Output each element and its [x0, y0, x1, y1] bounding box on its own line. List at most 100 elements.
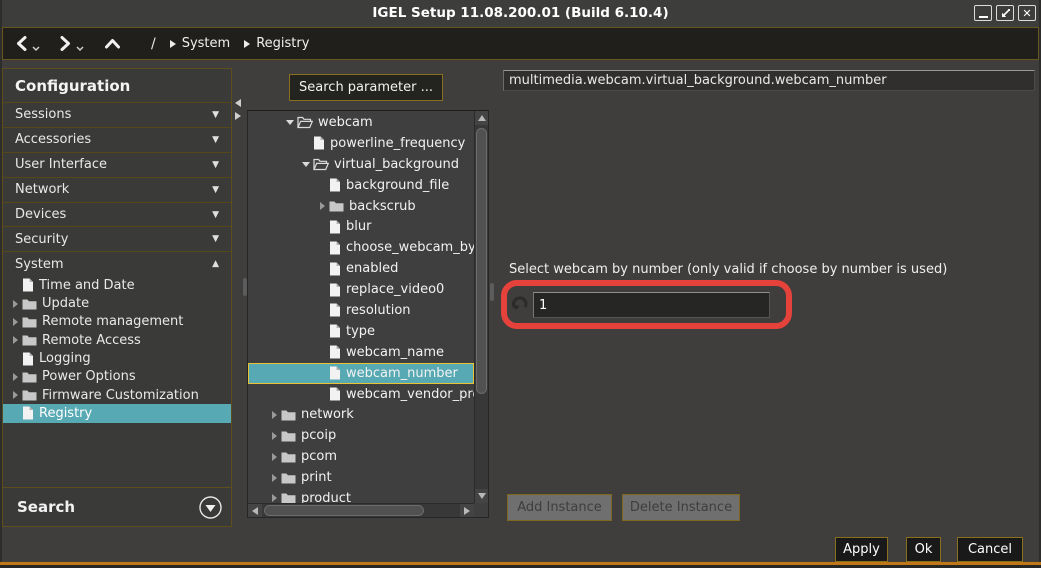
folder-icon [281, 451, 296, 463]
nav-up-button[interactable] [104, 37, 121, 50]
reset-to-default-icon[interactable] [510, 294, 529, 315]
nav-back-dropdown[interactable] [32, 37, 40, 56]
nav-back-button[interactable] [14, 35, 29, 52]
breadcrumb-arrow-icon [170, 40, 176, 48]
splitter-collapse-left-icon[interactable] [235, 99, 241, 107]
tree-item-backscrub[interactable]: backscrub [248, 196, 488, 217]
sidebar-item-time-and-date[interactable]: Time and Date [3, 276, 231, 294]
vertical-scrollbar-thumb[interactable] [476, 128, 487, 394]
file-icon [329, 178, 341, 192]
sidebar-item-remote-access[interactable]: Remote Access [3, 331, 231, 349]
vertical-scrollbar[interactable] [474, 111, 488, 503]
breadcrumb-arrow-icon [244, 40, 250, 48]
file-icon [329, 262, 341, 276]
scroll-left-button[interactable] [248, 504, 262, 518]
sidebar-section-user-interface[interactable]: User Interface▼ [3, 152, 231, 177]
tree-item-resolution[interactable]: resolution [248, 300, 488, 321]
expander-closed-icon[interactable] [315, 202, 329, 210]
tree-item-type[interactable]: type [248, 321, 488, 342]
nav-forward-dropdown[interactable] [76, 37, 84, 56]
folder-icon [22, 371, 37, 383]
tree-item-webcam-name[interactable]: webcam_name [248, 342, 488, 363]
splitter-collapse-right-icon[interactable] [235, 112, 241, 120]
item-label: Security [15, 232, 68, 247]
tree-item-background-file[interactable]: background_file [248, 175, 488, 196]
item-label: enabled [346, 261, 398, 276]
expander-closed-icon[interactable] [8, 391, 22, 399]
sidebar-item-power-options[interactable]: Power Options [3, 368, 231, 386]
tree-item-virtual-background[interactable]: virtual_background [248, 154, 488, 175]
expander-closed-icon[interactable] [8, 318, 22, 326]
system-subtree: Time and DateUpdateRemote managementRemo… [3, 276, 231, 422]
sidebar-item-remote-management[interactable]: Remote management [3, 313, 231, 331]
expander-open-icon[interactable] [283, 120, 297, 125]
breadcrumb-registry[interactable]: Registry [244, 36, 309, 51]
expander-closed-icon[interactable] [8, 300, 22, 308]
minimize-button[interactable] [974, 5, 992, 21]
tree-item-network[interactable]: network [248, 404, 488, 425]
cancel-button[interactable]: Cancel [957, 537, 1023, 562]
breadcrumb-system[interactable]: System [170, 36, 230, 51]
splitter-handle[interactable] [243, 278, 247, 296]
expander-closed-icon[interactable] [267, 432, 281, 440]
expander-closed-icon[interactable] [267, 474, 281, 482]
tree-item-webcam[interactable]: webcam [248, 112, 488, 133]
item-label: backscrub [349, 199, 416, 214]
sidebar-section-sessions[interactable]: Sessions▼ [3, 102, 231, 127]
webcam-number-input[interactable] [533, 292, 770, 318]
sidebar-section-accessories[interactable]: Accessories▼ [3, 127, 231, 152]
expander-open-icon[interactable] [299, 162, 313, 167]
tree-item-powerline-frequency[interactable]: powerline_frequency [248, 133, 488, 154]
restore-button[interactable] [996, 5, 1014, 21]
triangle-left-icon [252, 507, 258, 515]
file-icon [329, 303, 341, 317]
search-expand-button[interactable] [198, 495, 223, 520]
item-label: Devices [15, 207, 66, 222]
tree-item-pcoip[interactable]: pcoip [248, 425, 488, 446]
tree-item-choose-webcam-by[interactable]: choose_webcam_by [248, 237, 488, 258]
configuration-title: Configuration [3, 69, 231, 102]
expander-closed-icon[interactable] [267, 411, 281, 419]
sidebar-item-registry[interactable]: Registry [3, 404, 231, 422]
horizontal-scrollbar-thumb[interactable] [264, 505, 424, 516]
sidebar-section-devices[interactable]: Devices▼ [3, 202, 231, 227]
scroll-down-button[interactable] [475, 489, 489, 503]
nav-forward-button[interactable] [58, 35, 73, 52]
sidebar-item-firmware-customization[interactable]: Firmware Customization [3, 386, 231, 404]
horizontal-scrollbar[interactable] [248, 503, 474, 517]
sidebar-section-network[interactable]: Network▼ [3, 177, 231, 202]
configuration-panel: Configuration Sessions▼Accessories▼User … [2, 68, 232, 527]
expander-closed-icon[interactable] [267, 453, 281, 461]
splitter-handle[interactable] [490, 283, 494, 301]
tree-item-webcam-vendor-pro[interactable]: webcam_vendor_pro [248, 384, 488, 405]
tree-item-blur[interactable]: blur [248, 216, 488, 237]
sidebar-section-security[interactable]: Security▼ [3, 226, 231, 251]
expander-closed-icon[interactable] [8, 336, 22, 344]
tree-item-webcam-number[interactable]: webcam_number [248, 363, 474, 384]
parameter-path-field[interactable]: multimedia.webcam.virtual_background.web… [503, 70, 1035, 91]
search-parameter-button[interactable]: Search parameter ... [289, 74, 443, 101]
item-label: print [301, 470, 332, 485]
tree-item-print[interactable]: print [248, 467, 488, 488]
close-button[interactable]: ✕ [1018, 5, 1036, 21]
sidebar-section-system[interactable]: System▲ [3, 251, 231, 276]
item-label: blur [346, 219, 371, 234]
apply-button[interactable]: Apply [835, 537, 888, 562]
expander-closed-icon[interactable] [267, 494, 281, 502]
scroll-right-button[interactable] [460, 504, 474, 518]
tree-item-pcom[interactable]: pcom [248, 446, 488, 467]
tree-item-enabled[interactable]: enabled [248, 258, 488, 279]
scroll-up-button[interactable] [475, 111, 489, 125]
window-title: IGEL Setup 11.08.200.01 (Build 6.10.4) [0, 0, 1041, 27]
breadcrumb-root[interactable]: / [151, 36, 156, 52]
ok-button[interactable]: Ok [906, 537, 941, 562]
expander-closed-icon[interactable] [8, 373, 22, 381]
item-label: Power Options [42, 369, 136, 384]
sidebar-item-logging[interactable]: Logging [3, 349, 231, 367]
item-label: resolution [346, 303, 411, 318]
delete-instance-button: Delete Instance [622, 494, 740, 521]
title-bar[interactable]: IGEL Setup 11.08.200.01 (Build 6.10.4) ✕ [0, 0, 1041, 27]
file-icon [329, 345, 341, 359]
sidebar-item-update[interactable]: Update [3, 295, 231, 313]
tree-item-replace-video0[interactable]: replace_video0 [248, 279, 488, 300]
